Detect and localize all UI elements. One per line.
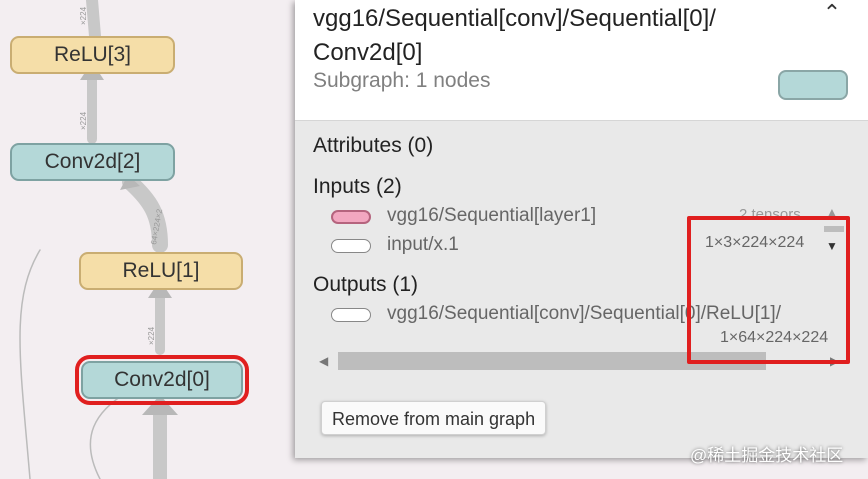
ellipse-node-icon (331, 308, 371, 322)
panel-header: vgg16/Sequential[conv]/Sequential[0]/ Co… (295, 0, 868, 121)
remove-from-main-graph-button[interactable]: Remove from main graph (321, 401, 547, 435)
node-conv2d-0[interactable]: Conv2d[0] (75, 355, 249, 405)
node-relu-3[interactable]: ReLU[3] (10, 36, 175, 74)
attributes-heading: Attributes (0) (313, 134, 434, 157)
outputs-heading: Outputs (1) (313, 273, 419, 296)
edge-label: ×224 (147, 326, 156, 345)
watermark: @稀土掘金技术社区 (690, 446, 844, 465)
input-name: input/x.1 (387, 234, 459, 255)
node-label: Conv2d[0] (114, 368, 210, 391)
node-label: Conv2d[2] (44, 150, 141, 173)
node-label: ReLU[3] (53, 43, 132, 66)
highlight-box (687, 216, 850, 364)
scroll-left-icon[interactable]: ◀ (319, 350, 328, 372)
node-label: ReLU[1] (122, 259, 200, 282)
node-title: vgg16/Sequential[conv]/Sequential[0]/ Co… (313, 5, 716, 66)
inputs-heading: Inputs (2) (313, 175, 402, 198)
node-conv2d-2[interactable]: Conv2d[2] (10, 143, 175, 181)
edge-label: ×224 (79, 6, 88, 25)
chevron-up-icon[interactable]: ⌃ (817, 0, 847, 30)
node-subtitle: Subgraph: 1 nodes (313, 69, 491, 92)
ellipse-node-icon (331, 239, 371, 253)
edge-label: ×224 (79, 111, 88, 130)
node-relu-1[interactable]: ReLU[1] (79, 252, 243, 290)
color-swatch (778, 70, 848, 100)
input-name: vgg16/Sequential[layer1] (387, 205, 597, 226)
pink-node-icon (331, 210, 371, 224)
